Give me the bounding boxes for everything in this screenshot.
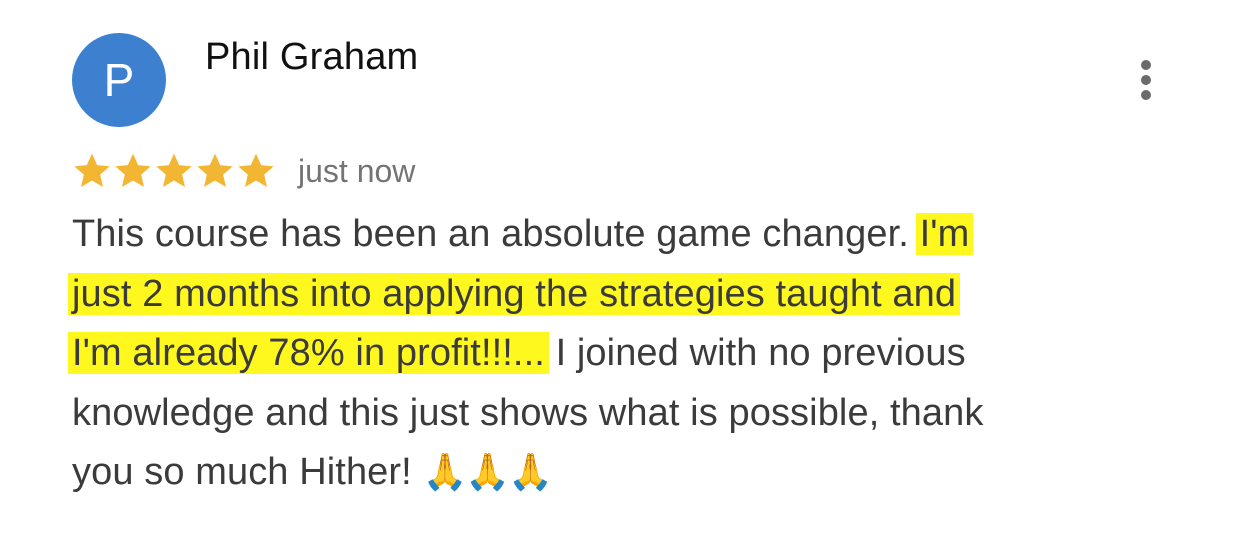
more-vert-icon-dot bbox=[1141, 75, 1151, 85]
review-text-plain: you so much Hither! bbox=[72, 451, 412, 493]
star-rating bbox=[72, 151, 276, 191]
more-vert-icon-dot bbox=[1141, 90, 1151, 100]
review-line-1: This course has been an absolute game ch… bbox=[72, 213, 974, 255]
review-timestamp: just now bbox=[298, 152, 416, 189]
review-text-plain: knowledge and this just shows what is po… bbox=[72, 391, 984, 434]
review-text-plain: This course has been an absolute game ch… bbox=[72, 213, 909, 255]
avatar[interactable]: P bbox=[72, 33, 166, 127]
review-text-highlight: just 2 months into applying the strategi… bbox=[68, 272, 961, 315]
review-text-highlight: I'm already 78% in profit!!!... bbox=[68, 332, 549, 374]
review-line-5: you so much Hither! 🙏🙏🙏 bbox=[72, 451, 553, 493]
review-text-plain: I joined with no previous bbox=[555, 332, 966, 374]
review-text: This course has been an absolute game ch… bbox=[68, 205, 1132, 503]
review-text-highlight: I'm bbox=[915, 213, 974, 255]
star-icon bbox=[74, 153, 110, 187]
rating-row: just now bbox=[72, 147, 415, 195]
star-icon bbox=[197, 153, 233, 187]
review-card: P Phil Graham just now This course has b… bbox=[0, 0, 1242, 545]
avatar-initial: P bbox=[103, 54, 135, 106]
reviewer-name[interactable]: Phil Graham bbox=[205, 36, 418, 79]
more-options-button[interactable] bbox=[1126, 52, 1166, 108]
star-icon bbox=[156, 153, 192, 187]
praying-hands-icon: 🙏🙏🙏 bbox=[422, 452, 553, 493]
star-icon bbox=[115, 153, 151, 187]
review-line-3: I'm already 78% in profit!!!... I joined… bbox=[68, 332, 966, 374]
star-icon bbox=[238, 153, 274, 187]
more-vert-icon-dot bbox=[1141, 60, 1151, 70]
